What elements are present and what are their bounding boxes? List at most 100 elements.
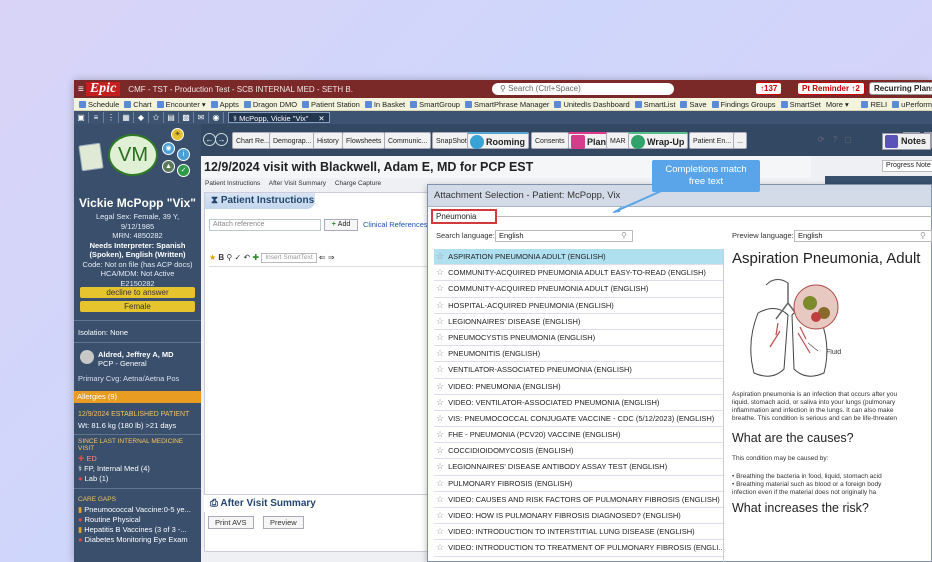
notes-button[interactable]: Notes	[882, 133, 932, 150]
menu-patient-station[interactable]: Patient Station	[302, 100, 360, 109]
hamburger-icon[interactable]: ≡	[78, 84, 84, 95]
star-icon[interactable]: ☆	[436, 510, 444, 520]
menu-schedule[interactable]: Schedule	[79, 100, 119, 109]
undo-icon[interactable]: ↶	[243, 253, 250, 262]
plus-icon[interactable]: ✚	[252, 253, 259, 262]
tab-patient-entered[interactable]: Patient En...	[689, 132, 736, 149]
result-item[interactable]: ☆ COMMUNITY-ACQUIRED PNEUMONIA ADULT EASY…	[434, 265, 723, 282]
tab-snapshot[interactable]: SnapShot	[432, 132, 471, 149]
result-item[interactable]: ☆ LEGIONNAIRES' DISEASE (ENGLISH)	[434, 314, 723, 330]
result-item[interactable]: ☆ VIDEO: INTRODUCTION TO INTERSTITIAL LUN…	[434, 524, 723, 541]
calendar-icon[interactable]: ▤	[164, 112, 179, 123]
menu-encounter[interactable]: Encounter ▾	[157, 100, 206, 109]
global-search-input[interactable]: ⚲ Search (Ctrl+Space)	[492, 83, 674, 95]
attach-reference-input[interactable]: Attach reference	[209, 219, 321, 231]
subtab-charge-capture[interactable]: Charge Capture	[335, 180, 381, 187]
tab-more[interactable]: ...	[733, 132, 747, 149]
tab-demographics[interactable]: Demograp...	[269, 132, 316, 149]
arrow-left-icon[interactable]: ⇐	[319, 253, 326, 262]
star-icon[interactable]: ☆	[436, 267, 444, 277]
globe-icon[interactable]: ◉	[162, 142, 175, 155]
menu-reli[interactable]: RELI	[861, 100, 887, 109]
pin-icon[interactable]: ✩	[149, 112, 164, 123]
window-icon[interactable]: ▢	[842, 135, 854, 147]
clinical-references-link[interactable]: Clinical References	[363, 220, 428, 229]
menu-in-basket[interactable]: In Basket	[365, 100, 405, 109]
tab-communication[interactable]: Communic...	[384, 132, 432, 149]
subtab-patient-instructions[interactable]: Patient Instructions	[205, 180, 260, 187]
preview-language-select[interactable]: English	[794, 230, 932, 242]
tab-flowsheets[interactable]: Flowsheets	[342, 132, 386, 149]
result-item[interactable]: ☆ PNEUMOCYSTIS PNEUMONIA (ENGLISH)	[434, 330, 723, 347]
attachment-search-input[interactable]: Pneumonia	[431, 209, 497, 224]
star-icon[interactable]: ☆	[436, 316, 444, 326]
recurring-plans-badge[interactable]: Recurring Plans 4	[869, 82, 932, 95]
star-icon[interactable]: ☆	[436, 542, 444, 552]
fp-item[interactable]: ⚕ FP, Internal Med (4)	[74, 464, 201, 473]
menu-smartgroup[interactable]: SmartGroup	[410, 100, 460, 109]
tab-chart-review[interactable]: Chart Re...	[232, 132, 274, 149]
search-language-select[interactable]: English	[495, 230, 633, 242]
patient-tab[interactable]: ⚕ McPopp, Vickie "Vix" ✕	[228, 112, 330, 123]
star-icon[interactable]: ☆	[436, 429, 444, 439]
reminder-badge[interactable]: ↑137	[755, 82, 783, 95]
find-icon[interactable]: ⚲	[226, 253, 232, 262]
menu-smartlist[interactable]: SmartList	[635, 100, 676, 109]
star-icon[interactable]: ☆	[436, 397, 444, 407]
sun-icon[interactable]: ☀	[171, 128, 184, 141]
window-icon[interactable]: ▣	[74, 112, 89, 123]
bell-icon[interactable]: ▲	[162, 160, 175, 173]
star-icon[interactable]: ☆	[436, 494, 444, 504]
star-icon[interactable]: ☆	[436, 332, 444, 342]
menu-findings-groups[interactable]: Findings Groups	[712, 100, 776, 109]
menu-more[interactable]: More ▾	[826, 100, 849, 109]
print-avs-button[interactable]: Print AVS	[208, 516, 254, 529]
pt-reminder-badge[interactable]: Pt Reminder ↑2	[797, 82, 865, 95]
star-icon[interactable]: ☆	[436, 445, 444, 455]
star-icon[interactable]: ☆	[436, 364, 444, 374]
spellcheck-icon[interactable]: ✓	[235, 253, 242, 262]
result-item[interactable]: ☆ VIDEO: INTRODUCTION TO TREATMENT OF PUL…	[434, 540, 723, 557]
menu-dashboard[interactable]: UnitedIs Dashboard	[554, 100, 629, 109]
care-gap-item[interactable]: ▮ Pneumococcal Vaccine:0-5 ye...	[74, 505, 201, 514]
search-icon[interactable]: ⚲	[621, 231, 627, 240]
check-icon[interactable]: ✓	[177, 164, 190, 177]
forward-icon[interactable]: →	[215, 133, 228, 146]
list-icon[interactable]: ≡	[89, 112, 104, 123]
result-item[interactable]: ☆ COMMUNITY-ACQUIRED PNEUMONIA ADULT (ENG…	[434, 281, 723, 298]
result-item[interactable]: ☆ PNEUMONITIS (ENGLISH)	[434, 346, 723, 363]
tab-wrap-up[interactable]: Wrap-Up	[628, 132, 689, 149]
bullets-icon[interactable]: ⋮	[104, 112, 119, 123]
insert-smarttext-input[interactable]: Insert SmartText	[261, 253, 317, 263]
star-icon[interactable]: ☆	[436, 381, 444, 391]
result-item[interactable]: ☆ VIS: PNEUMOCOCCAL CONJUGATE VACCINE - C…	[434, 411, 723, 428]
result-item[interactable]: ☆ VIDEO: VENTILATOR-ASSOCIATED PNEUMONIA …	[434, 395, 723, 411]
care-gap-item[interactable]: ● Routine Physical	[74, 515, 201, 524]
menu-appts[interactable]: Appts	[211, 100, 239, 109]
menu-save[interactable]: Save	[680, 100, 706, 109]
search-icon[interactable]: ⚲	[920, 231, 926, 240]
lab-item[interactable]: ● Lab (1)	[74, 474, 201, 483]
shield-icon[interactable]: ◆	[134, 112, 149, 123]
star-icon[interactable]: ☆	[436, 413, 444, 423]
star-icon[interactable]: ☆	[436, 251, 444, 261]
result-item[interactable]: ☆ ASPIRATION PNEUMONIA ADULT (ENGLISH)	[434, 249, 723, 266]
star-icon[interactable]: ☆	[436, 478, 444, 488]
tab-consents[interactable]: Consents	[531, 132, 569, 149]
star-icon[interactable]: ☆	[436, 526, 444, 536]
subtab-avs[interactable]: After Visit Summary	[269, 180, 326, 187]
star-icon[interactable]: ☆	[436, 300, 444, 310]
calendar-grid-icon[interactable]: ▦	[119, 112, 134, 123]
ed-item[interactable]: ✚ ED	[74, 454, 201, 463]
result-item[interactable]: ☆ FHE - PNEUMONIA (PCV20) VACCINE (ENGLIS…	[434, 427, 723, 444]
mail-icon[interactable]: ✉	[194, 112, 209, 123]
patient-name[interactable]: Vickie McPopp "Vix"	[74, 196, 201, 210]
info-icon[interactable]: i	[177, 148, 190, 161]
result-item[interactable]: ☆ HOSPITAL-ACQUIRED PNEUMONIA (ENGLISH)	[434, 298, 723, 314]
notepad-icon[interactable]	[78, 142, 104, 172]
star-icon[interactable]: ★	[209, 253, 216, 262]
allergies-banner[interactable]: Allergies (9)	[74, 391, 201, 403]
result-item[interactable]: ☆ COCCIDIOIDOMYCOSIS (ENGLISH)	[434, 443, 723, 460]
result-item[interactable]: ☆ VIDEO: HOW IS PULMONARY FIBROSIS DIAGNO…	[434, 508, 723, 525]
menu-smartset[interactable]: SmartSet	[781, 100, 821, 109]
